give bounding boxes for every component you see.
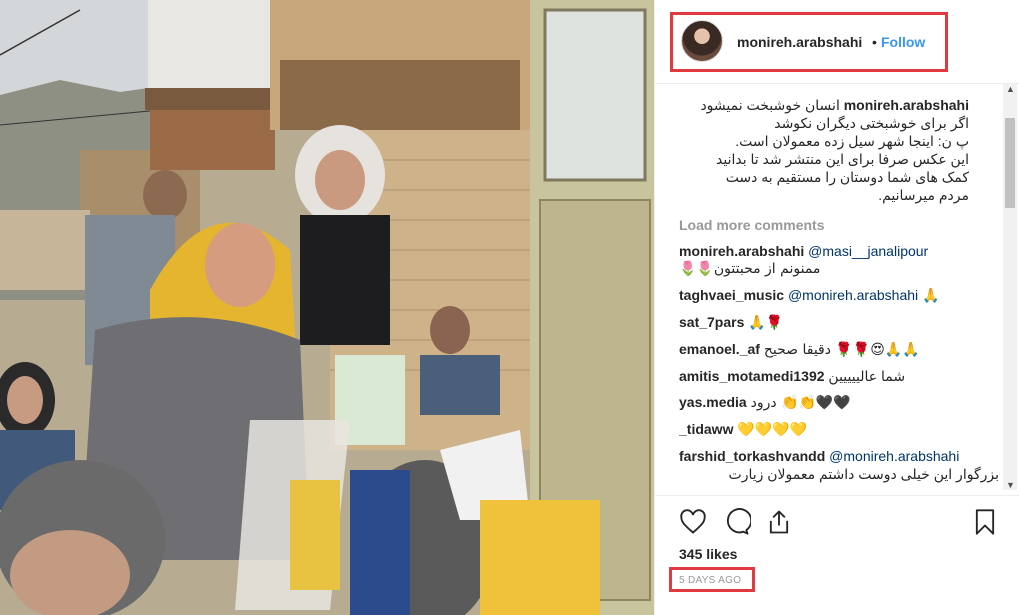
caption-line-4: این عکس صرفا برای این منتشر شد تا بدانید (716, 151, 969, 167)
comment-text: 🌷🌷ممنونم از محبتتون (679, 261, 821, 277)
comment-text: شما عالییییین (828, 368, 906, 384)
comment-text: درود 👏👏🖤🖤 (750, 395, 851, 411)
comment-username[interactable]: taghvaei_music (679, 287, 784, 303)
caption-line-1: انسان خوشبخت نمیشود (700, 97, 840, 113)
caption: monireh.arabshahi انسان خوشبخت نمیشود اگ… (679, 96, 969, 204)
scrollbar-thumb[interactable] (1005, 118, 1015, 208)
caption-line-2: اگر برای خوشبختی دیگران نکوشد (774, 115, 969, 131)
comment-text: بزرگوار این خیلی دوست داشتم معمولان زیار… (728, 466, 999, 482)
comment-text: دقیقا صحیح 🌹🌹😍🙏🙏 (763, 342, 920, 358)
comment-username[interactable]: monireh.arabshahi (679, 243, 804, 259)
comment-text: 🙏 (922, 288, 940, 304)
heart-icon[interactable] (679, 508, 707, 541)
header-highlight-annotation (670, 12, 948, 72)
photo-illustration (0, 0, 654, 615)
comments-scrollbar[interactable]: ▲ ▼ (1003, 84, 1017, 490)
scroll-down-arrow-icon[interactable]: ▼ (1006, 480, 1015, 490)
comment-item: sat_7pars 🙏🌹 (679, 313, 999, 332)
comment-mention[interactable]: @monireh.arabshahi (829, 448, 959, 464)
caption-line-3: پ ن: اینجا شهر سیل زده معمولان است. (735, 133, 969, 149)
comment-text: 💛💛💛💛 (737, 422, 808, 438)
comment-item: emanoel._af دقیقا صحیح 🌹🌹😍🙏🙏 (679, 340, 999, 359)
caption-line-6: مردم میرسانیم. (878, 187, 969, 203)
post-photo (0, 0, 654, 615)
comment-item: yas.media درود 👏👏🖤🖤 (679, 393, 999, 412)
post-header: monireh.arabshahi • Follow (655, 0, 1019, 84)
comments-list: monireh.arabshahi انسان خوشبخت نمیشود اگ… (679, 96, 999, 490)
caption-username[interactable]: monireh.arabshahi (844, 97, 969, 113)
share-icon[interactable] (765, 508, 793, 541)
comment-username[interactable]: sat_7pars (679, 314, 744, 330)
comment-text: 🙏🌹 (748, 315, 784, 331)
caption-line-5: کمک های شما دوستان را مستقیم به دست (725, 169, 969, 185)
comment-item: monireh.arabshahi @masi__janalipour 🌷🌷مم… (679, 242, 999, 278)
comment-username[interactable]: yas.media (679, 394, 747, 410)
like-count[interactable]: 345 likes (679, 546, 737, 562)
load-more-comments-button[interactable]: Load more comments (679, 216, 999, 234)
post-actions: 345 likes 5 DAYS AGO (655, 495, 1019, 615)
comment-mention[interactable]: @monireh.arabshahi (788, 287, 918, 303)
comment-item: _tidaww 💛💛💛💛 (679, 420, 999, 439)
scroll-up-arrow-icon[interactable]: ▲ (1006, 84, 1015, 94)
comment-item: taghvaei_music @monireh.arabshahi 🙏 (679, 286, 999, 305)
timestamp-highlight-annotation (669, 567, 755, 592)
comment-username[interactable]: _tidaww (679, 421, 733, 437)
bookmark-icon[interactable] (971, 508, 999, 541)
comment-mention[interactable]: @masi__janalipour (808, 243, 928, 259)
post-sidebar: monireh.arabshahi • Follow monireh.arabs… (654, 0, 1019, 615)
comment-item: farshid_torkashvandd @monireh.arabshahi … (679, 447, 999, 483)
comment-username[interactable]: emanoel._af (679, 341, 760, 357)
comment-username[interactable]: farshid_torkashvandd (679, 448, 825, 464)
comment-icon[interactable] (723, 508, 753, 541)
comment-item: amitis_motamedi1392 شما عالییییین (679, 367, 999, 385)
comment-username[interactable]: amitis_motamedi1392 (679, 368, 825, 384)
